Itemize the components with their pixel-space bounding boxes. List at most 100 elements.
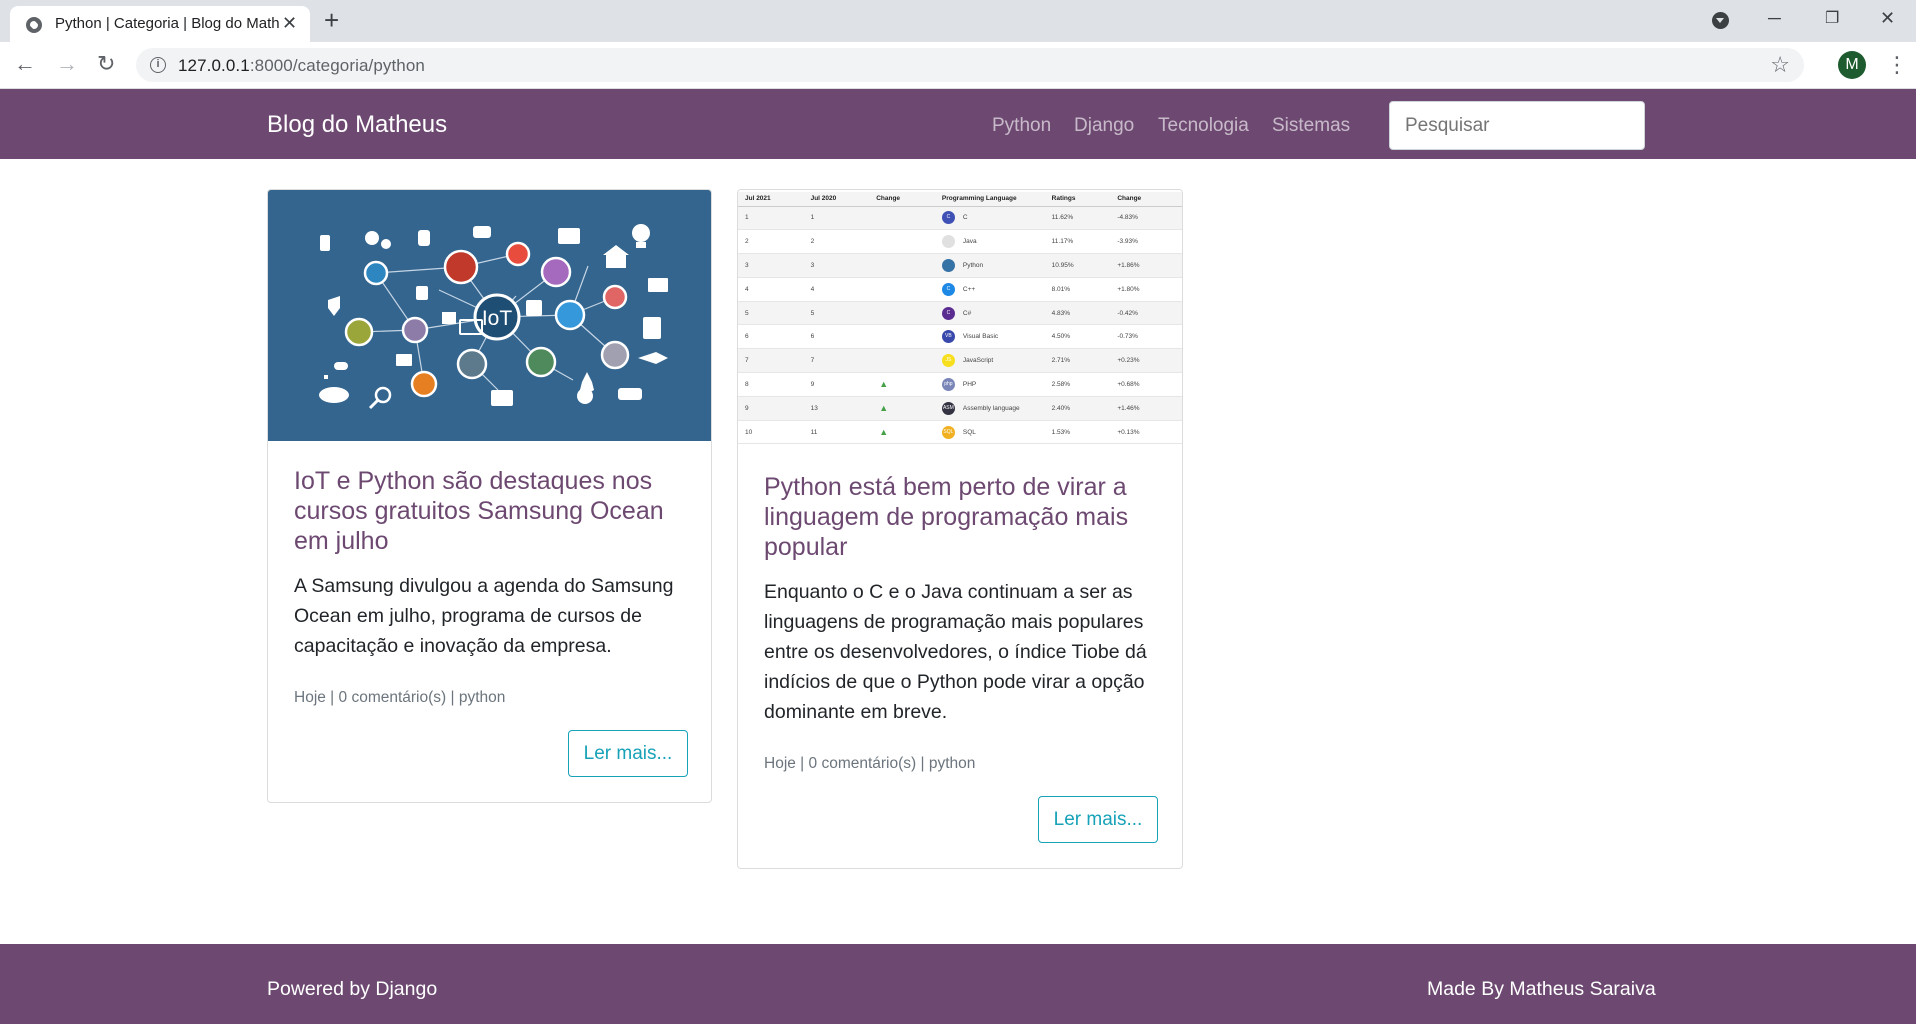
table-cell: 4.50% (1044, 324, 1111, 350)
post-card: Jul 2021 Jul 2020 Change Programming Langua… (737, 189, 1183, 869)
table-row: 7 7 JS JavaScript 2.71% +0.23% (738, 348, 1182, 374)
restore-icon[interactable]: ❐ (1825, 8, 1839, 28)
table-cell: -4.83% (1110, 206, 1182, 231)
nav-link-django[interactable]: Django (1074, 115, 1134, 137)
table-cell: 9 (738, 396, 804, 421)
table-cell: CC (934, 206, 1045, 231)
post-title[interactable]: Python está bem perto de virar a linguag… (764, 472, 1164, 562)
browser-tab[interactable]: Python | Categoria | Blog do Matheus ✕ (10, 6, 310, 42)
table-cell: -0.73% (1110, 324, 1182, 350)
address-bar[interactable]: i 127.0.0.1:8000/categoria/python ☆ (136, 48, 1804, 82)
table-cell: 2 (803, 229, 870, 255)
language-logo-icon: C (941, 306, 955, 320)
url-path: :8000/categoria/python (249, 56, 425, 75)
profile-avatar[interactable]: M (1838, 51, 1866, 79)
post-title[interactable]: IoT e Python são destaques nos cursos gr… (294, 466, 694, 556)
site-info-icon[interactable]: i (150, 57, 166, 73)
table-cell: 6 (803, 324, 870, 350)
table-row: 6 6 VB Visual Basic 4.50% -0.73% (738, 324, 1182, 350)
table-row: 3 3 Python 10.95% +1.86% (738, 253, 1182, 278)
table-cell: -3.93% (1110, 229, 1182, 255)
table-cell: 4.83% (1044, 301, 1111, 326)
table-cell: 11.17% (1044, 229, 1111, 255)
url-text: 127.0.0.1:8000/categoria/python (178, 56, 425, 76)
table-cell: ASM Assembly language (934, 396, 1045, 421)
table-cell: +0.13% (1110, 420, 1182, 445)
table-cell: +0.68% (1110, 372, 1182, 397)
table-cell: 4 (738, 277, 804, 302)
language-logo-icon: ASM (941, 401, 955, 415)
post-image[interactable]: Jul 2021 Jul 2020 Change Programming Langua… (738, 190, 1182, 448)
language-logo-icon: C (941, 211, 955, 225)
table-cell: 10.95% (1044, 253, 1111, 278)
table-cell: 2.58% (1044, 372, 1111, 397)
nav-link-python[interactable]: Python (992, 115, 1051, 137)
table-row: 9 13 ▲ ASM Assembly language 2.40% +1.46% (738, 396, 1182, 421)
footer-made-by: Made By Matheus Saraiva (1427, 978, 1656, 1000)
table-cell (869, 253, 935, 278)
language-logo-icon (941, 235, 955, 249)
nav-link-tecnologia[interactable]: Tecnologia (1158, 115, 1249, 137)
table-cell: 1.53% (1044, 420, 1111, 445)
language-logo-icon: C (941, 282, 955, 296)
table-cell: SQL SQL (934, 420, 1045, 445)
reload-icon[interactable]: ↻ (97, 52, 115, 76)
table-cell: 7 (803, 348, 870, 374)
table-cell: 13 (803, 396, 870, 421)
table-cell: ▲ (869, 420, 935, 445)
table-cell (869, 206, 935, 231)
table-header-cell: Jul 2020 (803, 192, 870, 207)
table-cell: 5 (738, 301, 804, 326)
table-cell: 5 (803, 301, 870, 326)
window-close-icon[interactable]: ✕ (1880, 8, 1895, 29)
table-cell (869, 277, 935, 302)
tab-close-icon[interactable]: ✕ (282, 13, 297, 34)
language-logo-icon: SQL (941, 425, 955, 439)
browser-menu-icon[interactable]: ⋮ (1886, 50, 1908, 80)
table-header-cell: Change (869, 192, 935, 207)
site-footer: Powered by Django Made By Matheus Saraiv… (0, 944, 1916, 1024)
bookmark-star-icon[interactable]: ☆ (1770, 52, 1790, 78)
browser-toolbar: ← → ↻ i 127.0.0.1:8000/categoria/python … (0, 42, 1916, 89)
tab-title: Python | Categoria | Blog do Matheus (55, 15, 280, 32)
table-cell: C C++ (934, 277, 1045, 302)
table-row: 2 2 Java 11.17% -3.93% (738, 229, 1182, 255)
table-cell: php PHP (934, 372, 1045, 397)
read-more-button[interactable]: Ler mais... (568, 730, 688, 777)
minimize-icon[interactable]: ─ (1768, 8, 1781, 29)
table-header-cell: Jul 2021 (738, 192, 804, 207)
table-cell: Python (934, 253, 1045, 278)
table-cell (869, 348, 935, 374)
table-cell: Java (934, 229, 1045, 255)
globe-favicon-icon (26, 17, 42, 33)
table-row: 5 5 C C# 4.83% -0.42% (738, 301, 1182, 326)
language-logo-icon (941, 258, 955, 272)
search-input[interactable] (1389, 101, 1645, 150)
read-more-button[interactable]: Ler mais... (1038, 796, 1158, 843)
new-tab-icon[interactable]: + (324, 6, 339, 34)
table-cell: 7 (738, 348, 804, 374)
iot-illustration: IoT (319, 224, 668, 410)
post-meta: Hoje | 0 comentário(s) | python (764, 755, 976, 772)
post-image[interactable]: IoT (268, 190, 711, 441)
table-cell: 11.62% (1044, 206, 1111, 231)
table-cell (869, 301, 935, 326)
table-cell: ▲ (869, 396, 935, 421)
iot-label: IoT (482, 307, 513, 330)
post-card: IoT IoT e Python são destaques nos curso… (267, 189, 712, 803)
forward-icon[interactable]: → (56, 52, 78, 76)
back-icon[interactable]: ← (14, 52, 36, 76)
language-logo-icon: php (941, 377, 955, 391)
tab-search-icon[interactable] (1712, 12, 1729, 29)
table-cell: -0.42% (1110, 301, 1182, 326)
table-cell: JS JavaScript (934, 348, 1045, 374)
table-header-cell: Change (1110, 192, 1182, 207)
table-cell (869, 324, 935, 350)
table-row: 4 4 C C++ 8.01% +1.80% (738, 277, 1182, 302)
table-cell: ▲ (869, 372, 935, 397)
table-cell: 2.40% (1044, 396, 1111, 421)
table-cell: 1 (738, 206, 804, 231)
site-brand[interactable]: Blog do Matheus (267, 111, 447, 139)
table-row: 10 11 ▲ SQL SQL 1.53% +0.13% (738, 420, 1182, 445)
nav-link-sistemas[interactable]: Sistemas (1272, 115, 1350, 137)
